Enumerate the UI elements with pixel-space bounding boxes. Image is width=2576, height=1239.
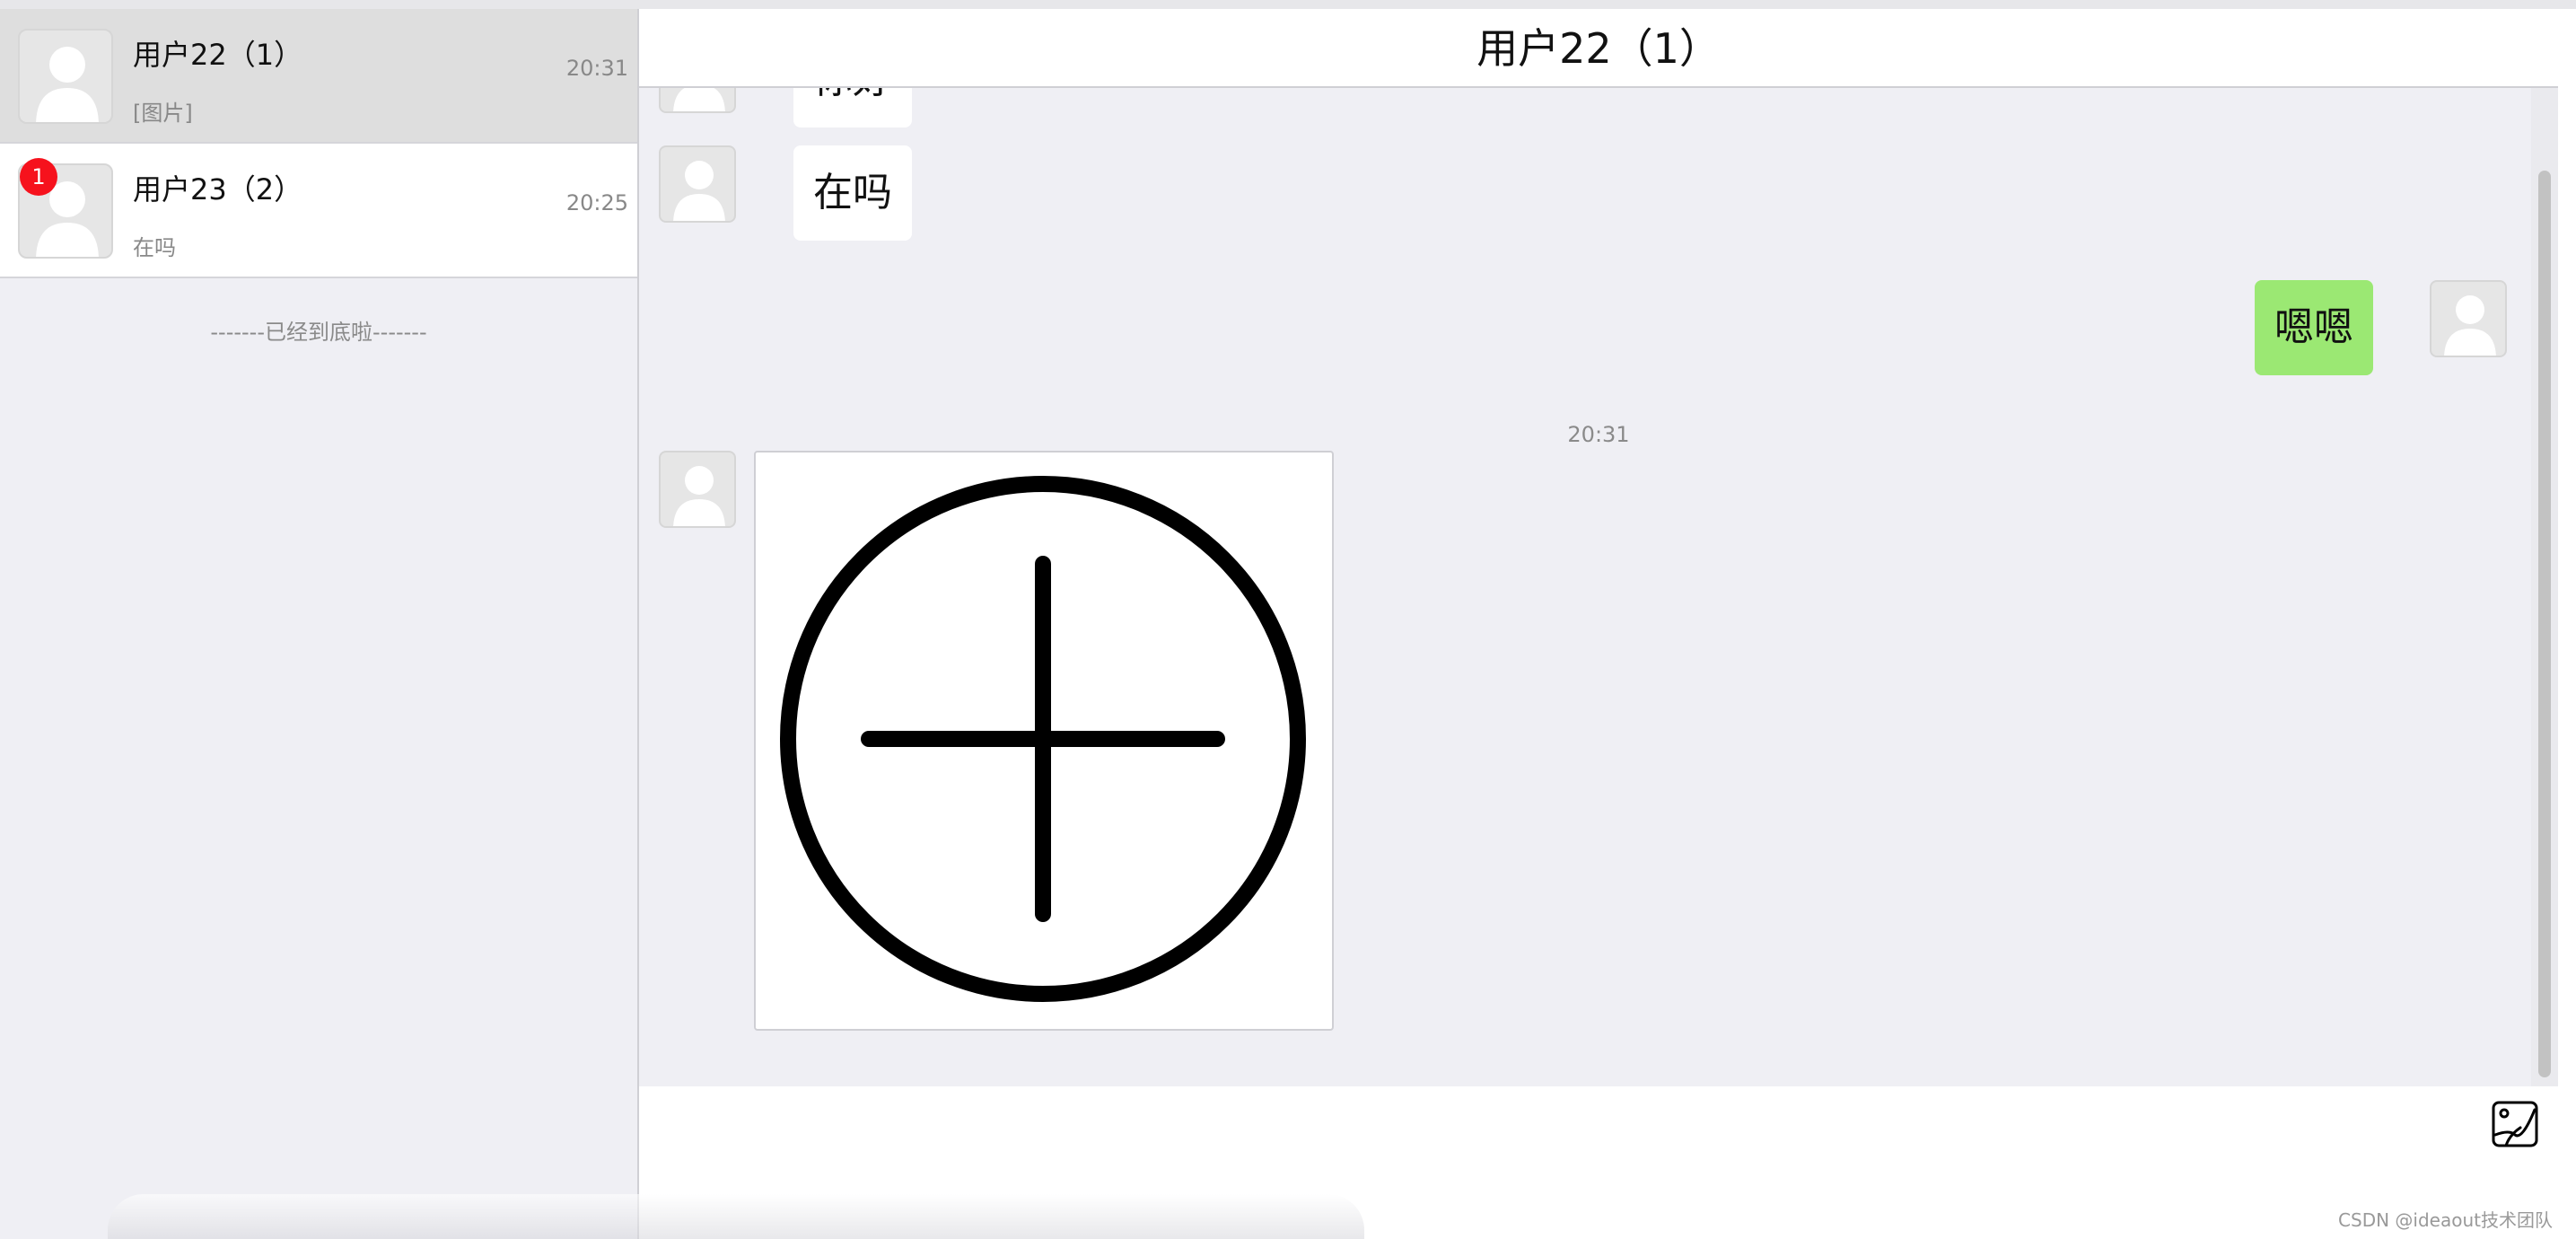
unread-badge: 1 [20, 158, 57, 196]
image-upload-icon [2492, 1101, 2538, 1147]
message-bubble: 你好 [793, 88, 912, 127]
user-avatar-icon [36, 47, 99, 122]
list-end-note: -------已经到底啦------- [210, 320, 427, 345]
message-bubble: 嗯嗯 [2255, 280, 2373, 375]
avatar [659, 88, 736, 113]
conversation-name: 用户22（1） [133, 38, 303, 72]
avatar [659, 145, 736, 223]
avatar [2430, 280, 2507, 357]
image-message[interactable] [754, 451, 1334, 1031]
watermark: CSDN @ideaout技术团队 [2338, 1209, 2553, 1231]
conversation-preview: 在吗 [133, 235, 176, 260]
scroll-thumb[interactable] [2538, 171, 2551, 1077]
conversation-item[interactable]: 用户22（1） [图片] 20:31 [0, 9, 637, 144]
app-root: 用户22（1） [图片] 20:31 用户23（2） 在吗 20:25 1 --… [0, 0, 2576, 1239]
conversation-time: 20:31 [565, 56, 628, 81]
user-avatar-icon [673, 88, 725, 111]
avatar [659, 451, 736, 528]
scrollbar[interactable] [2531, 88, 2558, 1086]
bottom-fade [108, 1194, 1364, 1239]
conversation-preview: [图片] [133, 101, 193, 126]
conversation-sidebar: 用户22（1） [图片] 20:31 用户23（2） 在吗 20:25 1 --… [0, 9, 639, 1239]
chat-title: 用户22（1） [639, 9, 2558, 88]
message-timestamp: 20:31 [1567, 422, 1630, 447]
user-avatar-icon [673, 161, 725, 221]
conversation-item[interactable]: 用户23（2） 在吗 20:25 [0, 144, 637, 278]
user-avatar-icon [2444, 295, 2496, 356]
chat-panel: 用户22（1） 你好 在吗 嗯嗯 [639, 9, 2558, 1239]
conversation-time: 20:25 [565, 190, 628, 215]
message-list[interactable]: 你好 在吗 嗯嗯 20:31 [639, 88, 2558, 1086]
message-bubble: 在吗 [793, 145, 912, 241]
top-strip [0, 0, 2576, 9]
plus-circle-icon [780, 476, 1306, 1002]
image-upload-button[interactable] [2490, 1099, 2540, 1149]
conversation-name: 用户23（2） [133, 172, 303, 206]
avatar [18, 29, 113, 124]
user-avatar-icon [673, 466, 725, 526]
